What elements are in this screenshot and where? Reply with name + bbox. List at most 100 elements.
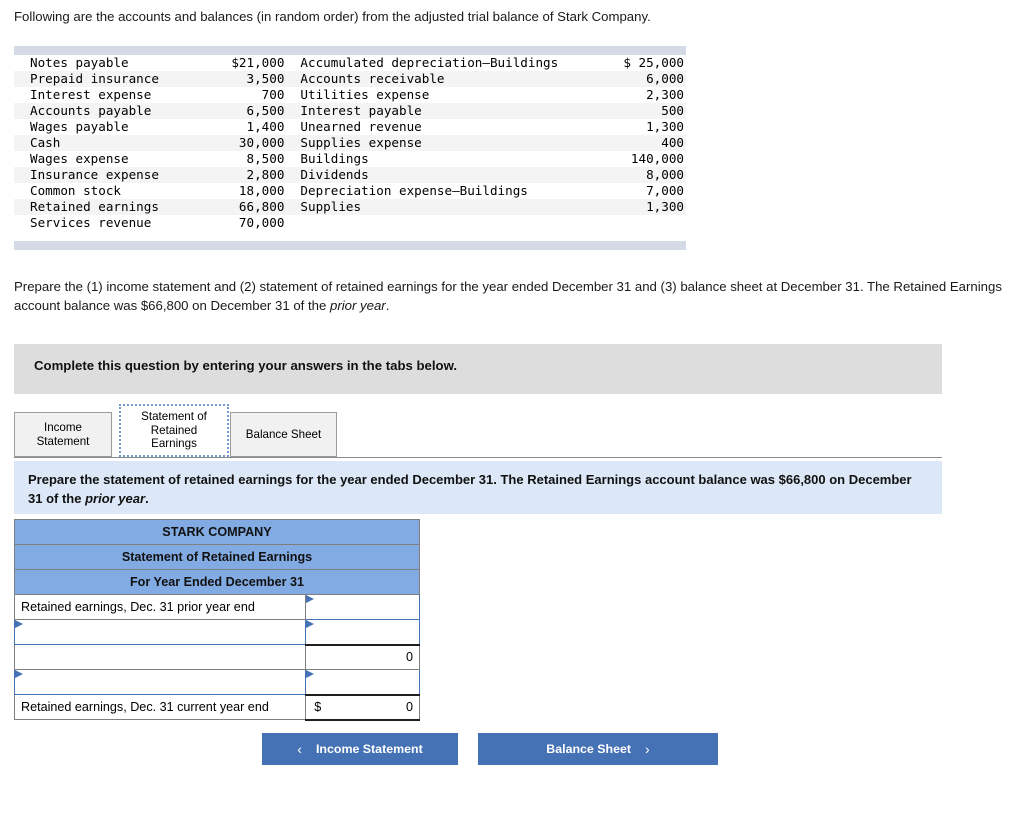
trial-balance-amount-left: 66,800: [204, 199, 285, 215]
statement-of-retained-earnings-table: STARK COMPANY Statement of Retained Earni…: [13, 519, 420, 721]
answer-table-header-3: For Year Ended December 31: [14, 569, 420, 595]
chevron-right-icon: ›: [645, 741, 650, 757]
trial-balance-account-left: Notes payable: [14, 55, 205, 71]
complete-question-text: Complete this question by entering your …: [34, 358, 458, 373]
next-balance-sheet-button[interactable]: Balance Sheet ›: [478, 733, 718, 765]
trial-balance-amount-left: 2,800: [204, 167, 285, 183]
trial-balance-amount-left: 18,000: [204, 183, 285, 199]
tab-instruction-italic: prior year: [85, 490, 146, 506]
amount-value-cell: $0: [305, 693, 420, 721]
trial-balance-amount-left: 6,500: [204, 103, 285, 119]
answer-table-row: Retained earnings, Dec. 31 prior year en…: [13, 594, 420, 620]
trial-balance-account-right: Dividends: [284, 167, 592, 183]
trial-balance-amount-right: $ 25,000: [591, 55, 686, 71]
trial-balance-account-left: Common stock: [14, 183, 205, 199]
trial-balance-spacer: [14, 231, 686, 241]
trial-balance-row: Prepaid insurance 3,500 Accounts receivabl…: [14, 71, 686, 87]
chevron-left-icon: ‹: [297, 741, 302, 757]
trial-balance-account-right: Supplies expense: [284, 135, 592, 151]
prev-income-statement-button[interactable]: ‹ Income Statement: [262, 733, 458, 765]
tab-statement-of-retained-earnings-label: Statement of Retained Earnings: [141, 410, 207, 451]
amount-input-cell[interactable]: [305, 619, 420, 645]
trial-balance-amount-left: $21,000: [204, 55, 285, 71]
trial-balance-amount-right: 2,300: [591, 87, 686, 103]
tab-strip-underline: [14, 457, 942, 458]
trial-balance-amount-right: 500: [591, 103, 686, 119]
trial-balance-account-right: Depreciation expense—Buildings: [284, 183, 592, 199]
prev-button-label: Income Statement: [315, 742, 423, 756]
question-page: Following are the accounts and balances …: [0, 0, 1024, 832]
trial-balance-row: Wages payable 1,400 Unearned revenue 1,300: [14, 119, 686, 135]
account-label-cell: Retained earnings, Dec. 31 prior year en…: [13, 594, 307, 620]
answer-table-row: Retained earnings, Dec. 31 current year …: [13, 693, 420, 721]
trial-balance-account-right: Utilities expense: [284, 87, 592, 103]
account-label-cell: Retained earnings, Dec. 31 current year …: [13, 694, 307, 720]
trial-balance-amount-right: 400: [591, 135, 686, 151]
trial-balance-amount-left: 3,500: [204, 71, 285, 87]
trial-balance-account-right: Interest payable: [284, 103, 592, 119]
trial-balance-amount-left: 1,400: [204, 119, 285, 135]
tab-statement-of-retained-earnings[interactable]: Statement of Retained Earnings: [119, 404, 229, 457]
trial-balance-amount-right: 140,000: [591, 151, 686, 167]
trial-balance-account-left: Accounts payable: [14, 103, 205, 119]
trial-balance-account-left: Prepaid insurance: [14, 71, 205, 87]
amount-value-cell: 0: [305, 643, 420, 670]
trial-balance-account-left: Services revenue: [14, 215, 205, 231]
trial-balance-row: Retained earnings 66,800 Supplies 1,300: [14, 199, 686, 215]
answer-table-row: 0: [13, 643, 420, 670]
answer-table-header-2: Statement of Retained Earnings: [14, 544, 420, 570]
trial-balance-row: Common stock 18,000 Depreciation expense—B…: [14, 183, 686, 199]
trial-balance-account-left: Interest expense: [14, 87, 205, 103]
prepare-text-part2: .: [385, 297, 390, 313]
prepare-text-part1: Prepare the (1) income statement and (2)…: [14, 279, 1002, 313]
answer-table-header-1: STARK COMPANY: [14, 519, 420, 545]
trial-balance-account-left: Wages expense: [14, 151, 205, 167]
trial-balance-account-left: Retained earnings: [14, 199, 205, 215]
trial-balance-account-right: Unearned revenue: [284, 119, 592, 135]
account-dropdown-cell[interactable]: [13, 669, 307, 695]
trial-balance-amount-right: 7,000: [591, 183, 686, 199]
answer-table-row: [13, 619, 420, 645]
amount-input-cell[interactable]: [305, 594, 420, 620]
tab-instruction-text: Prepare the statement of retained earnin…: [28, 471, 928, 508]
amount-input-cell[interactable]: [305, 669, 420, 695]
prepare-instruction: Prepare the (1) income statement and (2)…: [14, 278, 1004, 315]
trial-balance-row: Cash 30,000 Supplies expense 400: [14, 135, 686, 151]
trial-balance-top-band: [14, 46, 686, 55]
trial-balance-row: Accounts payable 6,500 Interest payable 500: [14, 103, 686, 119]
tab-income-statement[interactable]: Income Statement: [14, 412, 112, 457]
intro-paragraph: Following are the accounts and balances …: [14, 9, 651, 24]
trial-balance-amount-right: 6,000: [591, 71, 686, 87]
trial-balance-row: Interest expense 700 Utilities expense 2,30…: [14, 87, 686, 103]
tab-balance-sheet[interactable]: Balance Sheet: [230, 412, 337, 457]
trial-balance-account-right: [284, 215, 592, 231]
answer-table-header-row: For Year Ended December 31: [14, 569, 420, 595]
tab-balance-sheet-label: Balance Sheet: [245, 427, 322, 441]
answer-table-row: [13, 669, 420, 695]
answer-table-header-row: Statement of Retained Earnings: [14, 544, 420, 570]
trial-balance-row: Notes payable $21,000 Accumulated deprecia…: [14, 55, 686, 71]
trial-balance-amount-right: 1,300: [591, 119, 686, 135]
next-button-label: Balance Sheet: [546, 742, 632, 756]
trial-balance-account-left: Wages payable: [14, 119, 205, 135]
trial-balance-block: Notes payable $21,000 Accumulated deprecia…: [14, 46, 686, 250]
answer-table-header-row: STARK COMPANY: [14, 519, 420, 545]
amount-value: 0: [405, 700, 413, 714]
tab-instruction-panel: Prepare the statement of retained earnin…: [14, 461, 942, 514]
trial-balance-account-left: Insurance expense: [14, 167, 205, 183]
trial-balance-row: Insurance expense 2,800 Dividends 8,000: [14, 167, 686, 183]
answer-worksheet: STARK COMPANY Statement of Retained Earni…: [13, 519, 420, 721]
trial-balance-amount-left: 70,000: [204, 215, 285, 231]
trial-balance-account-left: Cash: [14, 135, 205, 151]
trial-balance-row: Services revenue 70,000: [14, 215, 686, 231]
dollar-sign: $: [314, 700, 322, 714]
trial-balance-amount-left: 30,000: [204, 135, 285, 151]
trial-balance-account-right: Accumulated depreciation—Buildings: [284, 55, 592, 71]
trial-balance-table: Notes payable $21,000 Accumulated deprecia…: [14, 55, 686, 231]
trial-balance-account-right: Accounts receivable: [284, 71, 592, 87]
trial-balance-amount-right: [591, 215, 686, 231]
account-dropdown-cell[interactable]: [13, 619, 307, 645]
tab-income-statement-label: Income Statement: [36, 421, 90, 448]
trial-balance-account-right: Supplies: [284, 199, 592, 215]
trial-balance-amount-left: 700: [204, 87, 285, 103]
